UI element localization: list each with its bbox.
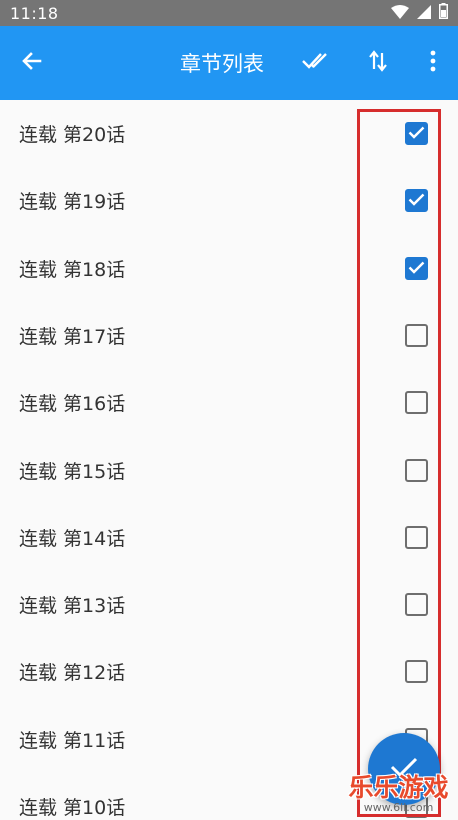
confirm-fab-button[interactable] [368,733,440,805]
chapter-label: 连载 第14话 [19,527,126,550]
chapter-checkbox[interactable] [405,660,428,684]
chapter-row[interactable]: 连载 第17话 [0,302,458,369]
back-button[interactable] [8,26,56,100]
chapter-label: 连载 第20话 [19,124,126,146]
wifi-icon [391,4,409,23]
chapter-label: 连载 第15话 [19,460,126,483]
status-time: 11:18 [10,3,59,23]
chapter-row[interactable]: 连载 第18话 [0,235,458,302]
chapter-row[interactable]: 连载 第20话 [0,100,458,167]
checkmark-icon [408,191,425,210]
chapter-label: 连载 第17话 [19,325,126,348]
chapter-list: 连载 第20话 连载 第19话 连载 第18话 连载 第17话 连载 第16话 连载 第1… [0,100,458,820]
chapter-row[interactable]: 连载 第15话 [0,437,458,504]
check-icon [390,756,418,782]
chapter-row[interactable]: 连载 第14话 [0,504,458,571]
sort-arrows-icon [368,49,388,77]
chapter-label: 连载 第10话 [19,797,126,819]
battery-icon [439,3,448,23]
chapter-label: 连载 第18话 [19,258,126,281]
more-options-button[interactable] [418,26,448,100]
chapter-label: 连载 第11话 [19,729,126,752]
select-all-button[interactable] [296,26,336,100]
chapter-row[interactable]: 连载 第13话 [0,571,458,638]
chapter-checkbox[interactable] [405,525,428,549]
app-bar: 章节列表 [0,26,458,100]
status-bar: 11:18 [0,0,458,26]
chapter-checkbox[interactable] [405,256,428,280]
chapter-checkbox[interactable] [405,189,428,213]
signal-icon [417,4,431,23]
status-icons [391,3,448,23]
chapter-checkbox[interactable] [405,323,428,347]
chapter-row[interactable]: 连载 第19话 [0,167,458,234]
more-vertical-icon [430,50,436,76]
chapter-checkbox[interactable] [405,391,428,415]
chapter-label: 连载 第19话 [19,191,126,214]
arrow-left-icon [20,49,44,77]
double-check-icon [301,51,331,75]
chapter-row[interactable]: 连载 第16话 [0,369,458,436]
chapter-checkbox[interactable] [405,593,428,617]
chapter-label: 连载 第13话 [19,595,126,618]
chapter-checkbox[interactable] [405,458,428,482]
checkmark-icon [408,259,425,278]
sort-button[interactable] [358,26,398,100]
chapter-label: 连载 第12话 [19,662,126,685]
checkmark-icon [408,124,425,143]
page-title: 章节列表 [180,52,264,76]
chapter-checkbox[interactable] [405,122,428,145]
chapter-row[interactable]: 连载 第12话 [0,638,458,705]
chapter-label: 连载 第16话 [19,393,126,416]
